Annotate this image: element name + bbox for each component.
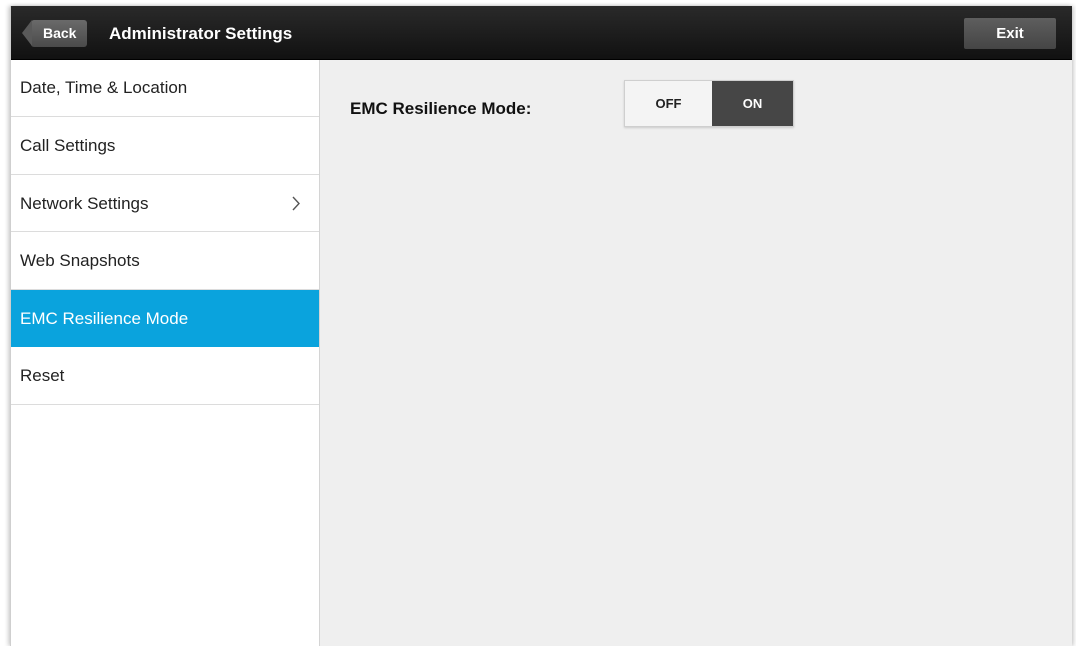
sidebar-item-web-snapshots[interactable]: Web Snapshots: [11, 232, 319, 290]
chevron-right-icon: [291, 175, 301, 211]
back-button-label: Back: [43, 25, 77, 41]
sidebar-item-label: Date, Time & Location: [20, 78, 188, 97]
sidebar-item-label: Network Settings: [20, 193, 149, 213]
emc-resilience-mode-label: EMC Resilience Mode:: [350, 99, 532, 118]
sidebar-item-label: EMC Resilience Mode: [20, 308, 189, 328]
sidebar-item-reset[interactable]: Reset: [11, 347, 319, 405]
sidebar-item-network-settings[interactable]: Network Settings: [11, 175, 319, 232]
emc-resilience-toggle[interactable]: OFF ON: [624, 80, 794, 127]
settings-window: Back Administrator Settings Exit Date, T…: [10, 6, 1072, 646]
sidebar-item-label: Reset: [20, 366, 65, 385]
toggle-on-option[interactable]: ON: [712, 81, 793, 126]
page-title: Administrator Settings: [109, 24, 293, 43]
sidebar-item-emc-resilience-mode[interactable]: EMC Resilience Mode: [11, 289, 319, 347]
back-button[interactable]: Back: [21, 20, 88, 47]
toggle-off-option[interactable]: OFF: [625, 81, 712, 126]
top-bar: Back Administrator Settings Exit: [11, 6, 1072, 60]
exit-button[interactable]: Exit: [964, 18, 1056, 49]
settings-sidebar: Date, Time & Location Call Settings Netw…: [11, 60, 320, 646]
sidebar-item-call-settings[interactable]: Call Settings: [11, 117, 319, 175]
exit-button-label: Exit: [996, 25, 1024, 42]
sidebar-item-label: Call Settings: [20, 136, 116, 155]
sidebar-item-label: Web Snapshots: [20, 251, 140, 270]
sidebar-item-date-time-location[interactable]: Date, Time & Location: [11, 60, 319, 117]
